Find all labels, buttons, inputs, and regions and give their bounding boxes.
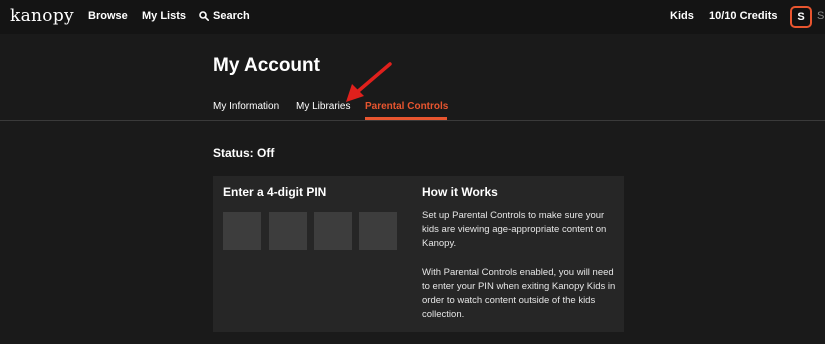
page-title: My Account <box>213 55 320 76</box>
search-icon <box>199 11 209 21</box>
credits-counter[interactable]: 10/10 Credits <box>709 10 777 22</box>
how-it-works-paragraph-1: Set up Parental Controls to make sure yo… <box>422 210 607 249</box>
nav-search-label: Search <box>213 10 250 22</box>
tabs-divider <box>0 120 825 121</box>
annotation-arrow-icon <box>346 62 392 102</box>
kanopy-logo[interactable]: kanopy <box>10 6 74 26</box>
nav-my-lists[interactable]: My Lists <box>142 10 186 22</box>
parental-controls-status: Status: Off <box>213 146 275 160</box>
pin-digit-3[interactable] <box>314 212 352 250</box>
how-it-works-title: How it Works <box>422 185 498 199</box>
top-navigation-bar: kanopy Browse My Lists Search Kids 10/10… <box>0 0 825 34</box>
pin-digit-1[interactable] <box>223 212 261 250</box>
user-name-truncated[interactable]: S <box>817 10 824 22</box>
nav-browse[interactable]: Browse <box>88 10 128 22</box>
nav-kids[interactable]: Kids <box>670 10 694 22</box>
tab-my-information[interactable]: My Information <box>213 101 279 112</box>
pin-title: Enter a 4-digit PIN <box>223 185 327 199</box>
pin-digit-4[interactable] <box>359 212 397 250</box>
parental-controls-panel: Enter a 4-digit PIN How it Works Set up … <box>213 176 624 332</box>
pin-digit-2[interactable] <box>269 212 307 250</box>
user-avatar[interactable]: S <box>790 6 812 28</box>
nav-search[interactable]: Search <box>199 10 250 22</box>
how-it-works-paragraph-2: With Parental Controls enabled, you will… <box>422 267 616 320</box>
